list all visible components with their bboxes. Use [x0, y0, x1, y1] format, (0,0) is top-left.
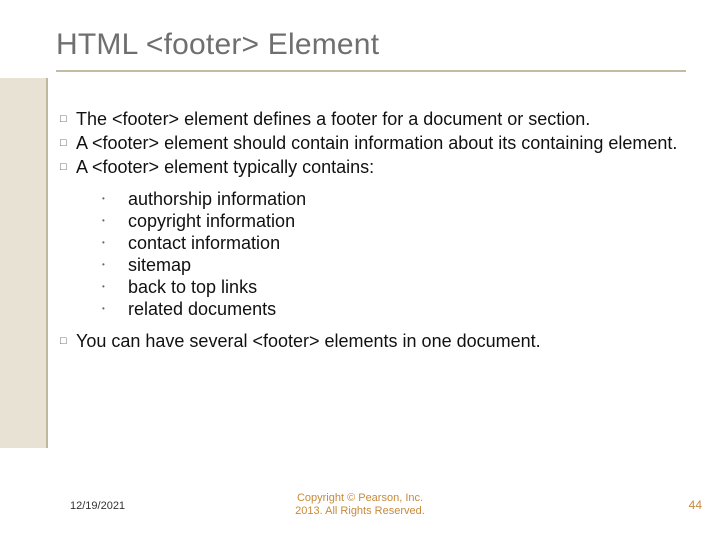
square-bullet-icon: □: [58, 330, 76, 352]
sub-bullet-item: • related documents: [98, 298, 688, 320]
bullet-item: □ A <footer> element should contain info…: [58, 132, 688, 154]
footer-copyright-line2: 2013. All Rights Reserved.: [295, 505, 425, 517]
sub-bullet-item: • contact information: [98, 232, 688, 254]
sub-bullet-text: sitemap: [128, 254, 191, 276]
sub-bullet-text: copyright information: [128, 210, 295, 232]
dot-bullet-icon: •: [98, 276, 128, 298]
slide-footer: 12/19/2021 Copyright © Pearson, Inc. 201…: [0, 480, 720, 540]
sub-bullet-text: authorship information: [128, 188, 306, 210]
footer-page-number: 44: [689, 498, 702, 512]
dot-bullet-icon: •: [98, 298, 128, 320]
sub-bullet-text: back to top links: [128, 276, 257, 298]
bullet-item: □ The <footer> element defines a footer …: [58, 108, 688, 130]
dot-bullet-icon: •: [98, 210, 128, 232]
square-bullet-icon: □: [58, 156, 76, 178]
square-bullet-icon: □: [58, 108, 76, 130]
sub-bullet-text: contact information: [128, 232, 280, 254]
sub-bullet-item: • copyright information: [98, 210, 688, 232]
dot-bullet-icon: •: [98, 254, 128, 276]
bullet-text: The <footer> element defines a footer fo…: [76, 108, 590, 130]
bullet-item: □ You can have several <footer> elements…: [58, 330, 688, 352]
sub-bullet-item: • sitemap: [98, 254, 688, 276]
bullet-text: A <footer> element typically contains:: [76, 156, 374, 178]
sub-bullet-item: • authorship information: [98, 188, 688, 210]
sub-bullet-text: related documents: [128, 298, 276, 320]
dot-bullet-icon: •: [98, 188, 128, 210]
dot-bullet-icon: •: [98, 232, 128, 254]
bullet-item: □ A <footer> element typically contains:: [58, 156, 688, 178]
sub-bullet-item: • back to top links: [98, 276, 688, 298]
sub-bullet-list: • authorship information • copyright inf…: [98, 188, 688, 320]
bullet-text: A <footer> element should contain inform…: [76, 132, 677, 154]
square-bullet-icon: □: [58, 132, 76, 154]
footer-copyright: Copyright © Pearson, Inc. 2013. All Righ…: [0, 492, 720, 518]
slide-title: HTML <footer> Element: [56, 28, 379, 62]
slide-sidebar: [0, 78, 48, 448]
footer-copyright-line1: Copyright © Pearson, Inc.: [297, 492, 423, 504]
bullet-text: You can have several <footer> elements i…: [76, 330, 541, 352]
slide-content: □ The <footer> element defines a footer …: [58, 108, 688, 354]
title-underline: [56, 70, 686, 72]
